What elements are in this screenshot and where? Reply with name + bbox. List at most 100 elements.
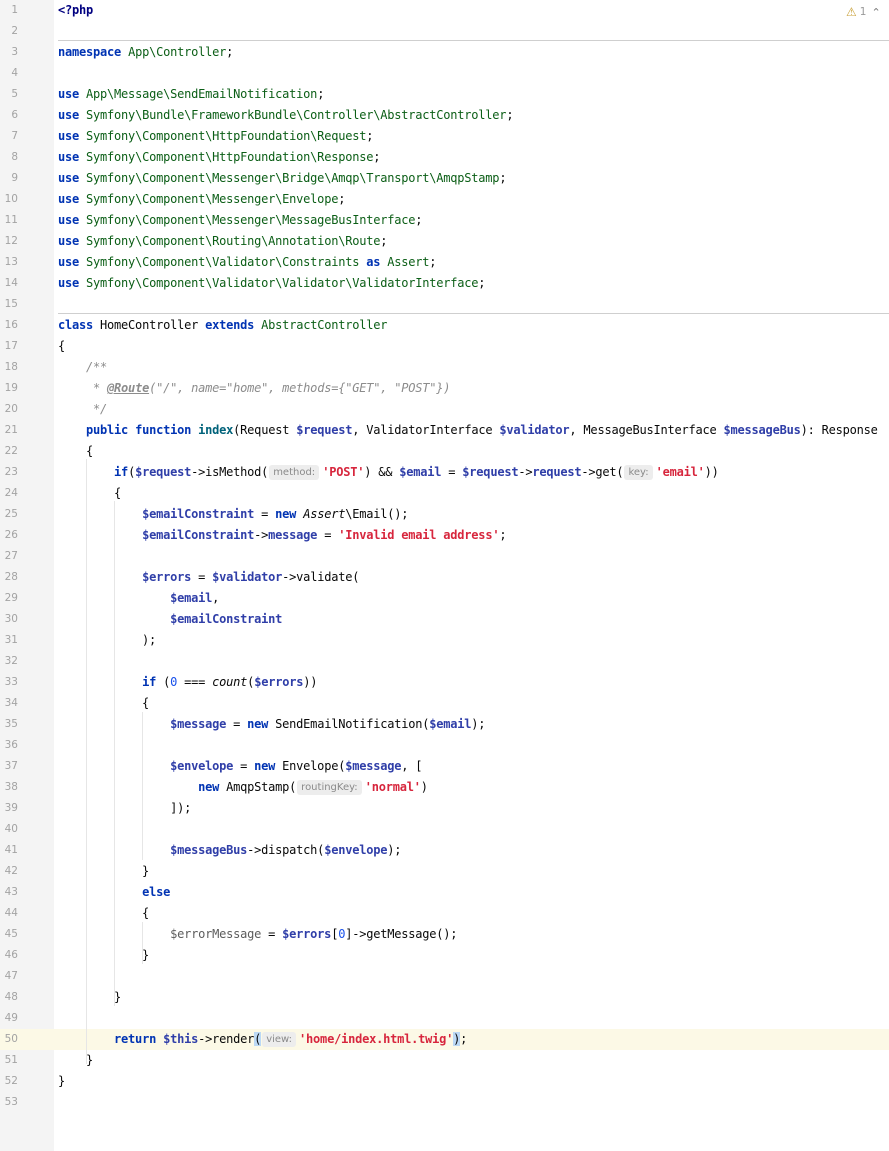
code-line[interactable]: 28 $errors = $validator->validate( [0,567,889,588]
code-line[interactable]: 18 /** [0,357,889,378]
line-code[interactable]: } [58,987,121,1008]
code-line[interactable]: 37 $envelope = new Envelope($message, [ [0,756,889,777]
code-line[interactable]: 2 [0,21,889,42]
code-line[interactable]: 8 use Symfony\Component\HttpFoundation\Re… [0,147,889,168]
line-code[interactable]: $emailConstraint = new Assert\Email(); [58,504,408,525]
chevron-up-icon[interactable]: ⌃ [871,6,880,19]
line-code[interactable]: use Symfony\Component\Validator\Validato… [58,273,486,294]
code-line[interactable]: 23 if($request->isMethod(method: 'POST') … [0,462,889,483]
code-line[interactable]: 43 else [0,882,889,903]
code-line[interactable]: 19 * @Route("/", name="home", methods={"… [0,378,889,399]
code-line[interactable]: 3 namespace App\Controller; [0,42,889,63]
code-line[interactable]: 52} [0,1071,889,1092]
code-line[interactable]: 50 return $this->render(view:'home/index… [0,1029,889,1050]
code-line[interactable]: 41 $messageBus->dispatch($envelope); [0,840,889,861]
line-code[interactable]: if (0 === count($errors)) [58,672,317,693]
line-code[interactable]: */ [58,399,107,420]
code-editor[interactable]: 1 <?php 2 3 namespace App\Controller; 4 5 use A… [0,0,889,1151]
line-code[interactable]: return $this->render(view:'home/index.ht… [58,1029,467,1050]
line-code[interactable]: } [58,1050,93,1071]
line-code[interactable]: /** [58,357,107,378]
line-code[interactable]: { [58,336,65,357]
code-line[interactable]: 5 use App\Message\SendEmailNotification; [0,84,889,105]
line-code[interactable]: use Symfony\Bundle\FrameworkBundle\Contr… [58,105,514,126]
code-line[interactable]: 21 public function index(Request $reques… [0,420,889,441]
code-line[interactable]: 51 } [0,1050,889,1071]
code-line[interactable]: 12 use Symfony\Component\Routing\Annotati… [0,231,889,252]
line-code[interactable]: use Symfony\Component\Routing\Annotation… [58,231,387,252]
line-code[interactable]: ); [58,630,156,651]
line-code[interactable]: $message = new SendEmailNotification($em… [58,714,485,735]
line-code[interactable]: $errorMessage = $errors[0]->getMessage()… [58,924,457,945]
line-code[interactable]: use Symfony\Component\Messenger\Bridge\A… [58,168,507,189]
line-code[interactable]: use Symfony\Component\Messenger\MessageB… [58,210,422,231]
code-area[interactable]: 1 <?php 2 3 namespace App\Controller; 4 5 use A… [0,0,889,1151]
line-code[interactable]: use Symfony\Component\HttpFoundation\Res… [58,147,380,168]
code-line[interactable]: 30 $emailConstraint [0,609,889,630]
line-code[interactable]: ]); [58,798,191,819]
line-number: 8 [11,151,18,163]
code-line[interactable]: 24 { [0,483,889,504]
line-code[interactable]: use Symfony\Component\Messenger\Envelope… [58,189,345,210]
code-line[interactable]: 6 use Symfony\Bundle\FrameworkBundle\Cont… [0,105,889,126]
line-code[interactable]: use App\Message\SendEmailNotification; [58,84,324,105]
line-code[interactable]: * @Route("/", name="home", methods={"GET… [58,378,450,399]
code-line[interactable]: 36 [0,735,889,756]
inspection-widget[interactable]: ⚠ 1 ⌃ [846,3,881,21]
line-code[interactable]: if($request->isMethod(method: 'POST') && … [58,462,719,483]
code-line[interactable]: 35 $message = new SendEmailNotification(… [0,714,889,735]
code-line[interactable]: 45 $errorMessage = $errors[0]->getMessag… [0,924,889,945]
code-line[interactable]: 44 { [0,903,889,924]
code-line[interactable]: 49 [0,1008,889,1029]
code-line[interactable]: 15 [0,294,889,315]
line-code[interactable]: namespace App\Controller; [58,42,233,63]
code-line[interactable]: 48 } [0,987,889,1008]
code-line[interactable]: 20 */ [0,399,889,420]
code-line[interactable]: 4 [0,63,889,84]
code-line[interactable]: 38 new AmqpStamp(routingKey:'normal') [0,777,889,798]
code-line[interactable]: 7 use Symfony\Component\HttpFoundation\Re… [0,126,889,147]
line-code[interactable]: public function index(Request $request, … [58,420,878,441]
code-line[interactable]: 46 } [0,945,889,966]
line-code[interactable]: { [58,441,93,462]
code-line[interactable]: 32 [0,651,889,672]
code-line[interactable]: 13 use Symfony\Component\Validator\Constr… [0,252,889,273]
line-code[interactable]: $messageBus->dispatch($envelope); [58,840,401,861]
code-line[interactable]: 34 { [0,693,889,714]
line-code[interactable]: { [58,693,149,714]
line-code[interactable]: { [58,483,121,504]
code-line[interactable]: 33 if (0 === count($errors)) [0,672,889,693]
code-line[interactable]: 9 use Symfony\Component\Messenger\Bridge\… [0,168,889,189]
line-code[interactable]: $emailConstraint->message = 'Invalid ema… [58,525,507,546]
code-line[interactable]: 17 { [0,336,889,357]
code-line[interactable]: 42 } [0,861,889,882]
code-line[interactable]: 22 { [0,441,889,462]
code-line[interactable]: 31 ); [0,630,889,651]
code-line[interactable]: 40 [0,819,889,840]
code-line[interactable]: 10 use Symfony\Component\Messenger\Envelo… [0,189,889,210]
line-code[interactable]: class HomeController extends AbstractCon… [58,315,387,336]
line-code[interactable]: $errors = $validator->validate( [58,567,359,588]
code-line[interactable]: 14 use Symfony\Component\Validator\Valida… [0,273,889,294]
line-code[interactable]: } [58,945,149,966]
line-code[interactable]: $emailConstraint [58,609,282,630]
line-code[interactable]: } [58,1071,65,1092]
code-line[interactable]: 1 <?php [0,0,889,21]
code-line[interactable]: 27 [0,546,889,567]
line-code[interactable]: use Symfony\Component\HttpFoundation\Req… [58,126,373,147]
line-code[interactable]: use Symfony\Component\Validator\Constrai… [58,252,437,273]
line-code[interactable]: { [58,903,149,924]
line-code[interactable]: $email, [58,588,219,609]
code-line[interactable]: 25 $emailConstraint = new Assert\Email()… [0,504,889,525]
code-line[interactable]: 16 class HomeController extends AbstractC… [0,315,889,336]
line-code[interactable]: $envelope = new Envelope($message, [ [58,756,422,777]
line-code[interactable]: } [58,861,149,882]
line-code[interactable]: <?php [58,0,93,21]
code-line[interactable]: 26 $emailConstraint->message = 'Invalid … [0,525,889,546]
code-line[interactable]: 53 [0,1092,889,1113]
code-line[interactable]: 47 [0,966,889,987]
code-line[interactable]: 11 use Symfony\Component\Messenger\Messag… [0,210,889,231]
code-line[interactable]: 39 ]); [0,798,889,819]
code-line[interactable]: 29 $email, [0,588,889,609]
